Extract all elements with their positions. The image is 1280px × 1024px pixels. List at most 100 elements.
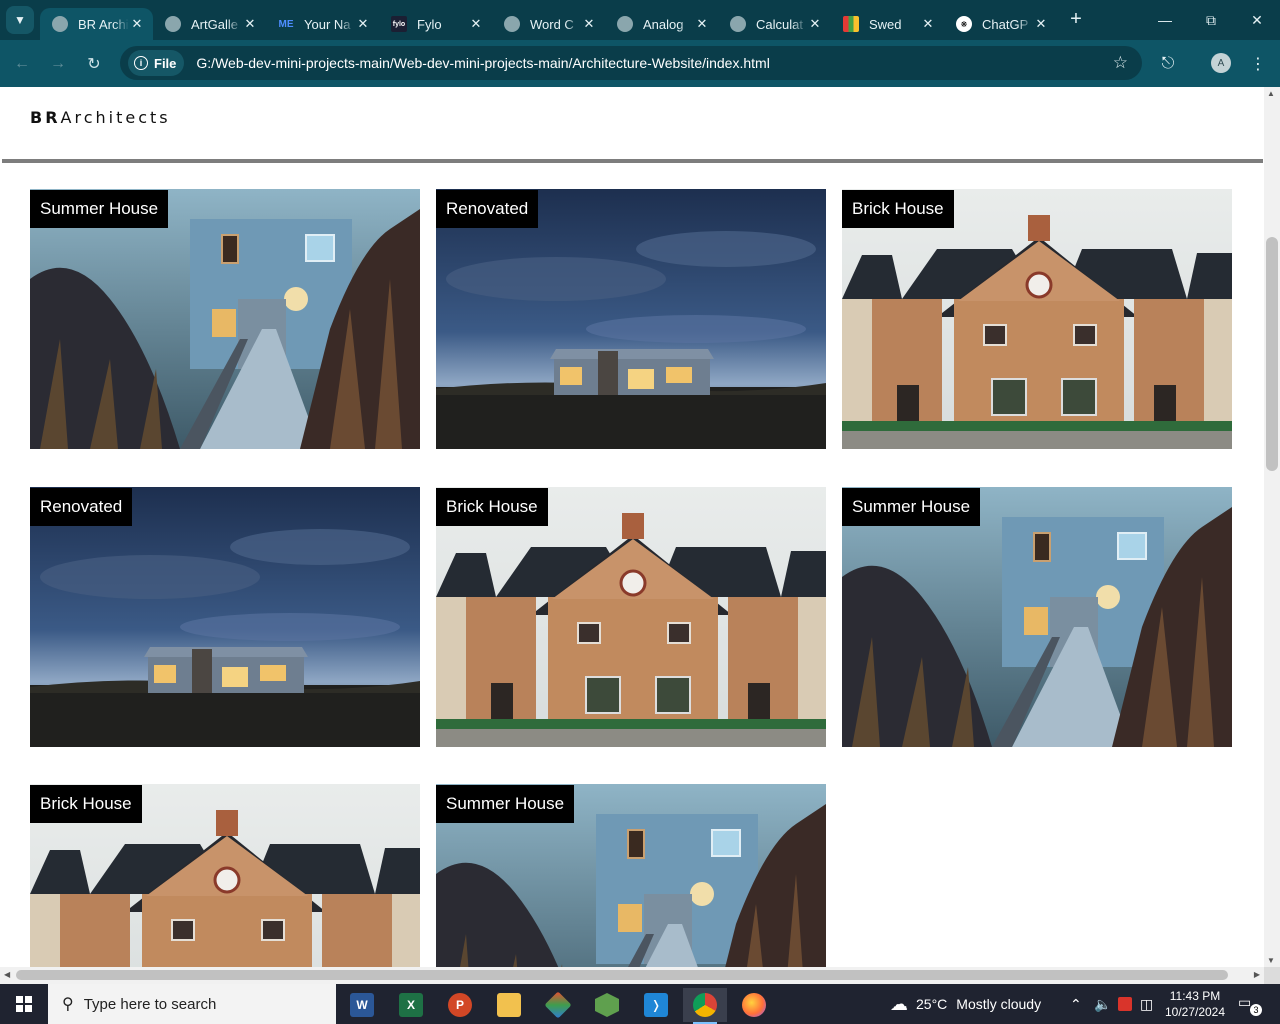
swedish-flag-icon <box>843 16 859 32</box>
scroll-down-icon[interactable]: ▼ <box>1267 956 1275 965</box>
tab-title: ChatGP <box>982 16 1029 32</box>
project-card[interactable]: Brick House <box>30 784 420 967</box>
project-card[interactable]: Brick House <box>842 189 1232 449</box>
weather-widget[interactable]: ☁ 25°C Mostly cloudy <box>890 984 1041 1024</box>
system-clock[interactable]: 11:43 PM 10/27/2024 <box>1160 988 1230 1020</box>
restore-button[interactable]: ⧉ <box>1188 0 1234 40</box>
page-viewport: BRArchitects Summer House Renovated Bric… <box>0 87 1264 967</box>
tab-fylo[interactable]: fylo Fylo ✕ <box>379 8 492 40</box>
tab-title: Word C <box>530 16 574 32</box>
reload-button[interactable]: ↻ <box>80 50 108 78</box>
scroll-right-icon[interactable]: ▶ <box>1254 970 1260 979</box>
site-brand[interactable]: BRArchitects <box>30 108 171 127</box>
project-card[interactable]: Summer House <box>436 784 826 967</box>
vscode-icon: ❭ <box>644 993 668 1017</box>
cloudy-weather-icon: ☁ <box>890 993 908 1014</box>
scrollbar-corner <box>1264 967 1280 984</box>
tab-swedish[interactable]: Swed ✕ <box>831 8 944 40</box>
close-icon[interactable]: ✕ <box>581 16 597 32</box>
tab-analog[interactable]: Analog ✕ <box>605 8 718 40</box>
project-card[interactable]: Renovated <box>30 487 420 747</box>
extensions-button[interactable]: ⎋ <box>1154 50 1182 78</box>
windows-taskbar: ⚲ Type here to search W X P ❭ ☁ 25°C Mos… <box>0 984 1280 1024</box>
taskbar-firefox[interactable] <box>732 988 776 1022</box>
tab-title: Fylo <box>417 16 442 32</box>
fylo-logo-icon: fylo <box>391 16 407 32</box>
tab-br-architects[interactable]: BR Archi ✕ <box>40 8 153 40</box>
close-icon[interactable]: ✕ <box>129 16 145 32</box>
close-icon[interactable]: ✕ <box>468 16 484 32</box>
vertical-scroll-thumb[interactable] <box>1266 237 1278 471</box>
weather-temp: 25°C <box>916 996 948 1012</box>
notifications-button[interactable]: ▭ 3 <box>1238 994 1262 1016</box>
browser-menu-button[interactable]: ⋮ <box>1244 50 1272 78</box>
network-button[interactable]: ◫ <box>1140 984 1153 1024</box>
chatgpt-icon: ❋ <box>956 16 972 32</box>
project-card[interactable]: Renovated <box>436 189 826 449</box>
speaker-icon: 🔈 <box>1094 995 1112 1012</box>
close-icon[interactable]: ✕ <box>807 16 823 32</box>
url-text[interactable]: G:/Web-dev-mini-projects-main/Web-dev-mi… <box>196 55 769 71</box>
network-icon: ◫ <box>1140 995 1154 1012</box>
taskbar-git[interactable] <box>536 988 580 1022</box>
tab-chatgpt[interactable]: ❋ ChatGP ✕ <box>944 8 1057 40</box>
folder-icon <box>497 993 521 1017</box>
forward-button[interactable]: → <box>44 50 72 78</box>
taskbar-vscode[interactable]: ❭ <box>634 988 678 1022</box>
taskbar-chrome[interactable] <box>683 988 727 1024</box>
window-close-button[interactable]: ✕ <box>1234 0 1280 40</box>
taskbar-search-placeholder: Type here to search <box>83 995 217 1013</box>
address-bar[interactable]: i File G:/Web-dev-mini-projects-main/Web… <box>120 46 1142 80</box>
profile-avatar[interactable]: A <box>1211 53 1231 73</box>
project-label: Summer House <box>842 488 981 526</box>
chevron-down-icon: ▼ <box>14 13 26 27</box>
acrobat-tray-button[interactable] <box>1118 984 1132 1024</box>
taskbar-powerpoint[interactable]: P <box>438 988 482 1022</box>
tab-list: BR Archi ✕ ArtGalle ✕ ME Your Na ✕ fylo … <box>40 4 1057 40</box>
scroll-up-icon[interactable]: ▲ <box>1267 89 1275 98</box>
taskbar-search[interactable]: ⚲ Type here to search <box>48 984 336 1024</box>
horizontal-scroll-thumb[interactable] <box>16 970 1228 980</box>
new-tab-button[interactable]: + <box>1064 8 1088 32</box>
header-divider <box>2 159 1263 163</box>
start-button[interactable] <box>0 984 48 1024</box>
weather-text: Mostly cloudy <box>956 996 1042 1012</box>
taskbar-word[interactable]: W <box>340 988 384 1022</box>
globe-icon <box>730 16 746 32</box>
horizontal-scrollbar[interactable]: ◀ ▶ <box>0 967 1264 984</box>
brand-bold: BR <box>30 108 61 127</box>
project-label: Brick House <box>436 488 548 526</box>
taskbar-excel[interactable]: X <box>389 988 433 1022</box>
tab-your-name[interactable]: ME Your Na ✕ <box>266 8 379 40</box>
close-icon[interactable]: ✕ <box>920 16 936 32</box>
project-label: Renovated <box>30 488 133 526</box>
close-icon[interactable]: ✕ <box>242 16 258 32</box>
tab-word-counter[interactable]: Word C ✕ <box>492 8 605 40</box>
close-icon[interactable]: ✕ <box>1033 16 1049 32</box>
windows-logo-icon <box>16 996 32 1012</box>
site-info-chip[interactable]: i File <box>128 50 185 76</box>
project-label: Brick House <box>842 190 954 228</box>
vertical-scrollbar[interactable]: ▲ ▼ <box>1264 87 1280 967</box>
close-icon[interactable]: ✕ <box>355 16 371 32</box>
taskbar-nodejs[interactable] <box>585 988 629 1022</box>
back-button[interactable]: ← <box>8 50 36 78</box>
word-icon: W <box>350 993 374 1017</box>
tray-overflow-button[interactable]: ⌃ <box>1070 984 1082 1024</box>
minimize-button[interactable]: — <box>1142 0 1188 40</box>
puzzle-icon: ⎋ <box>1161 55 1175 72</box>
tab-search-button[interactable]: ▼ <box>6 6 34 34</box>
firefox-icon <box>742 993 766 1017</box>
tab-title: Swed <box>869 16 902 32</box>
brand-rest: Architects <box>60 108 171 127</box>
project-card[interactable]: Summer House <box>30 189 420 449</box>
tab-artgallery[interactable]: ArtGalle ✕ <box>153 8 266 40</box>
scroll-left-icon[interactable]: ◀ <box>4 970 10 979</box>
taskbar-file-explorer[interactable] <box>487 988 531 1022</box>
close-icon[interactable]: ✕ <box>694 16 710 32</box>
tab-calculator[interactable]: Calculat ✕ <box>718 8 831 40</box>
bookmark-star-icon[interactable]: ☆ <box>1113 53 1128 73</box>
project-card[interactable]: Summer House <box>842 487 1232 747</box>
volume-button[interactable]: 🔈 <box>1094 984 1111 1024</box>
project-card[interactable]: Brick House <box>436 487 826 747</box>
